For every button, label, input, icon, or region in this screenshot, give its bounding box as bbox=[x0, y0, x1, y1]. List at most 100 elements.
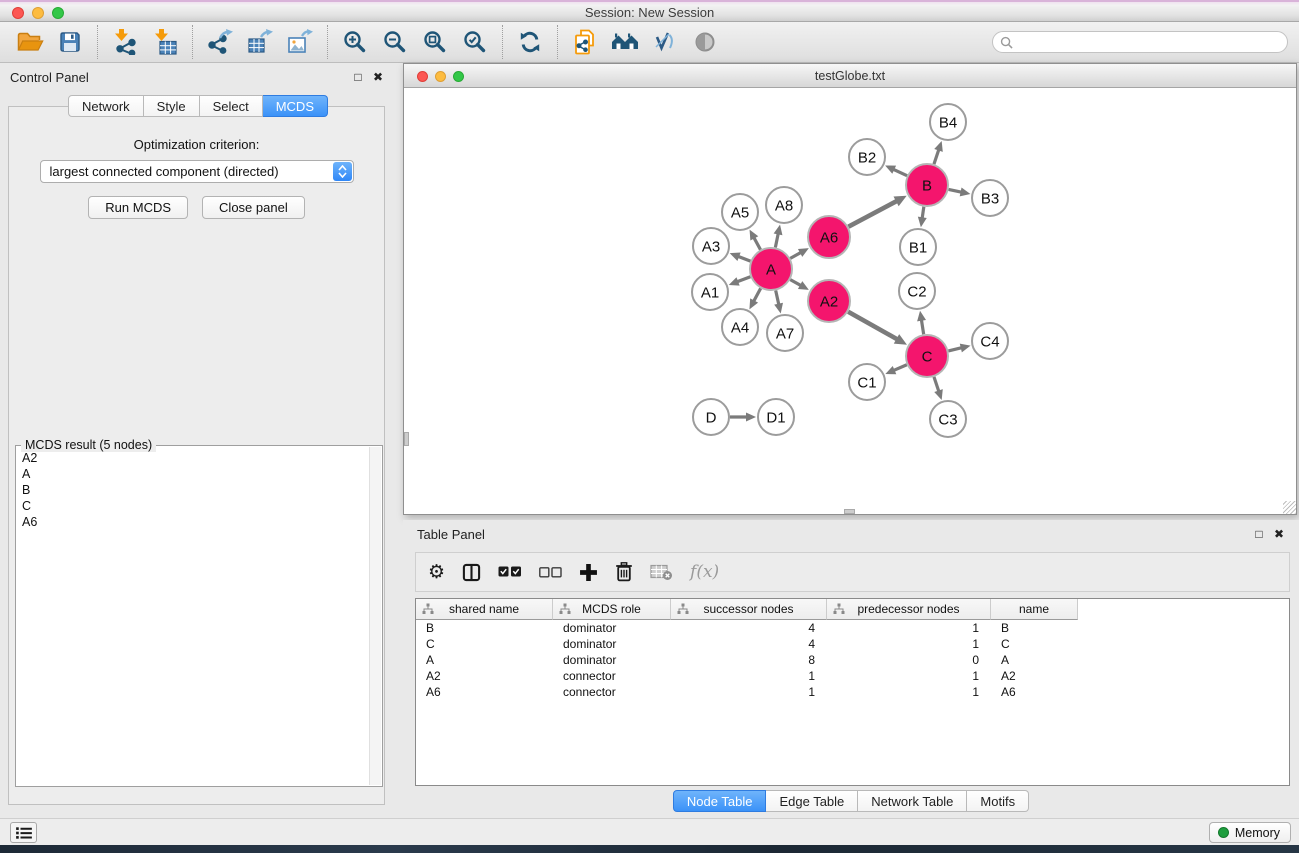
table-cell[interactable]: 1 bbox=[827, 668, 991, 684]
zoom-out-button[interactable] bbox=[375, 24, 415, 60]
table-cell[interactable]: dominator bbox=[553, 620, 671, 636]
graph-edge-A-A6[interactable] bbox=[790, 252, 801, 258]
first-neighbors-button[interactable] bbox=[605, 24, 645, 60]
add-column-button[interactable] bbox=[579, 559, 598, 585]
table-cell[interactable]: 8 bbox=[671, 652, 827, 668]
show-columns-button[interactable] bbox=[462, 559, 481, 585]
birdseye-view-button[interactable] bbox=[685, 24, 725, 60]
vertical-scroll-thumb[interactable] bbox=[404, 432, 409, 446]
table-cell[interactable]: B bbox=[991, 620, 1078, 636]
zoom-selected-button[interactable] bbox=[455, 24, 495, 60]
graph-edge-C-C2[interactable] bbox=[921, 320, 923, 335]
tab-style[interactable]: Style bbox=[144, 95, 200, 117]
tab-edge-table[interactable]: Edge Table bbox=[766, 790, 858, 812]
table-cell[interactable]: B bbox=[416, 620, 553, 636]
graph-edge-A-A2[interactable] bbox=[790, 280, 801, 286]
delete-columns-button[interactable] bbox=[615, 559, 633, 585]
table-row[interactable]: Bdominator41B bbox=[416, 620, 1289, 636]
import-table-button[interactable] bbox=[145, 24, 185, 60]
network-canvas[interactable]: B4B2BB3A8A5A6A3B1AA1C2A2A4A7C4CC1C3DD1 bbox=[404, 88, 1296, 514]
select-all-columns-button[interactable] bbox=[498, 559, 522, 585]
result-item[interactable]: A6 bbox=[18, 514, 368, 530]
tab-mcds[interactable]: MCDS bbox=[263, 95, 328, 117]
result-item[interactable]: A bbox=[18, 466, 368, 482]
export-network-button[interactable] bbox=[200, 24, 240, 60]
close-panel-button[interactable]: Close panel bbox=[202, 196, 305, 219]
float-panel-icon[interactable]: □ bbox=[350, 69, 366, 85]
graph-edge-A-A8[interactable] bbox=[775, 233, 778, 247]
table-cell[interactable]: A6 bbox=[991, 684, 1078, 700]
graph-edge-A-A3[interactable] bbox=[738, 256, 750, 261]
graph-edge-C-C1[interactable] bbox=[894, 365, 907, 371]
export-image-button[interactable] bbox=[280, 24, 320, 60]
result-item[interactable]: A2 bbox=[18, 450, 368, 466]
table-cell[interactable]: A2 bbox=[416, 668, 553, 684]
toggle-graphics-details-button[interactable] bbox=[645, 24, 685, 60]
duplicate-network-button[interactable] bbox=[565, 24, 605, 60]
table-cell[interactable]: dominator bbox=[553, 652, 671, 668]
search-field[interactable] bbox=[992, 31, 1288, 53]
table-cell[interactable]: C bbox=[416, 636, 553, 652]
table-cell[interactable]: 1 bbox=[671, 684, 827, 700]
table-cell[interactable]: connector bbox=[553, 684, 671, 700]
column-header-name[interactable]: name bbox=[991, 599, 1078, 620]
tab-node-table[interactable]: Node Table bbox=[673, 790, 767, 812]
table-cell[interactable]: 1 bbox=[827, 636, 991, 652]
criterion-dropdown[interactable]: largest connected component (directed) bbox=[40, 160, 354, 183]
table-cell[interactable]: A6 bbox=[416, 684, 553, 700]
graph-edge-C-C4[interactable] bbox=[948, 348, 961, 351]
zoom-in-button[interactable] bbox=[335, 24, 375, 60]
result-scrollbar[interactable] bbox=[369, 447, 381, 785]
graph-edge-A-A7[interactable] bbox=[776, 290, 779, 304]
save-session-button[interactable] bbox=[50, 24, 90, 60]
graph-edge-C-C3[interactable] bbox=[934, 377, 939, 392]
graph-edge-B-B1[interactable] bbox=[922, 207, 924, 219]
column-header-successor-nodes[interactable]: successor nodes bbox=[671, 599, 827, 620]
mcds-result-list[interactable]: A2ABCA6 bbox=[18, 450, 368, 784]
network-graph[interactable]: B4B2BB3A8A5A6A3B1AA1C2A2A4A7C4CC1C3DD1 bbox=[404, 88, 1296, 514]
graph-edge-A-A4[interactable] bbox=[754, 288, 761, 301]
table-body[interactable]: Bdominator41BCdominator41CAdominator80AA… bbox=[416, 620, 1289, 700]
graph-edge-B-B3[interactable] bbox=[949, 189, 962, 192]
task-history-button[interactable] bbox=[10, 822, 37, 843]
export-table-button[interactable] bbox=[240, 24, 280, 60]
tab-select[interactable]: Select bbox=[200, 95, 263, 117]
import-network-button[interactable] bbox=[105, 24, 145, 60]
graph-edge-A-A1[interactable] bbox=[737, 277, 750, 282]
table-cell[interactable]: 1 bbox=[671, 668, 827, 684]
table-cell[interactable]: C bbox=[991, 636, 1078, 652]
result-item[interactable]: C bbox=[18, 498, 368, 514]
close-table-panel-icon[interactable]: ✖ bbox=[1271, 526, 1287, 542]
table-row[interactable]: Cdominator41C bbox=[416, 636, 1289, 652]
open-file-button[interactable] bbox=[10, 24, 50, 60]
horizontal-scroll-thumb[interactable] bbox=[844, 509, 855, 514]
table-cell[interactable]: 1 bbox=[827, 620, 991, 636]
apply-preferred-layout-button[interactable] bbox=[510, 24, 550, 60]
graph-edge-B-B2[interactable] bbox=[893, 169, 907, 175]
table-cell[interactable]: 0 bbox=[827, 652, 991, 668]
delete-table-button[interactable] bbox=[650, 559, 673, 585]
resize-grip[interactable] bbox=[1283, 501, 1296, 514]
tab-network[interactable]: Network bbox=[68, 95, 144, 117]
table-cell[interactable]: A2 bbox=[991, 668, 1078, 684]
table-row[interactable]: A2connector11A2 bbox=[416, 668, 1289, 684]
table-cell[interactable]: 4 bbox=[671, 636, 827, 652]
table-cell[interactable]: 4 bbox=[671, 620, 827, 636]
unselect-all-columns-button[interactable] bbox=[539, 559, 562, 585]
tab-motifs[interactable]: Motifs bbox=[967, 790, 1029, 812]
close-panel-icon[interactable]: ✖ bbox=[370, 69, 386, 85]
graph-edge-A-A5[interactable] bbox=[754, 237, 761, 249]
table-cell[interactable]: 1 bbox=[827, 684, 991, 700]
table-row[interactable]: Adominator80A bbox=[416, 652, 1289, 668]
network-window-titlebar[interactable]: testGlobe.txt bbox=[404, 64, 1296, 88]
float-table-panel-icon[interactable]: □ bbox=[1251, 526, 1267, 542]
table-cell[interactable]: A bbox=[991, 652, 1078, 668]
table-cell[interactable]: A bbox=[416, 652, 553, 668]
table-settings-button[interactable]: ⚙ bbox=[428, 559, 445, 585]
zoom-fit-button[interactable] bbox=[415, 24, 455, 60]
apply-function-button[interactable]: f(x) bbox=[690, 559, 719, 585]
table-row[interactable]: A6connector11A6 bbox=[416, 684, 1289, 700]
graph-edge-A6-B[interactable] bbox=[848, 201, 897, 227]
table-cell[interactable]: connector bbox=[553, 668, 671, 684]
search-input[interactable] bbox=[1013, 33, 1287, 51]
